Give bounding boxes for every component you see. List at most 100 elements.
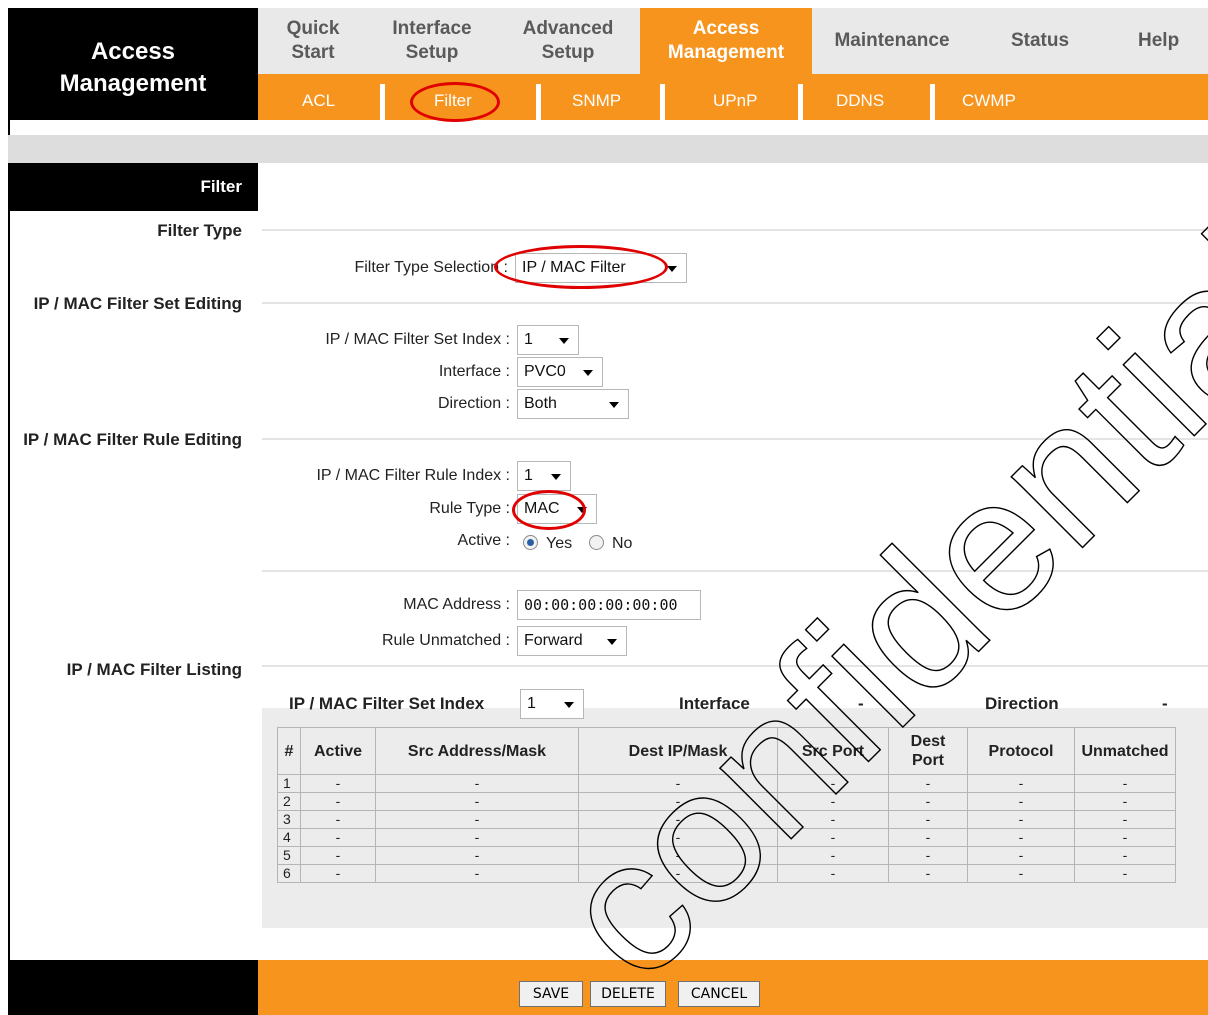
- divider: [262, 438, 1208, 440]
- listing-direction-value: -: [1162, 694, 1168, 713]
- subtab-separator: [660, 84, 665, 120]
- tab-help[interactable]: Help: [1138, 8, 1208, 74]
- filter-type-select[interactable]: IP / MAC Filter: [515, 253, 687, 283]
- table-cell: -: [375, 864, 579, 883]
- subtab-ddns[interactable]: DDNS: [836, 88, 884, 114]
- table-cell: -: [300, 810, 376, 829]
- table-cell: -: [578, 864, 778, 883]
- table-cell: -: [967, 774, 1075, 793]
- subtab-separator: [798, 84, 803, 120]
- active-yes-radio[interactable]: [523, 535, 538, 550]
- column-header-unmatched: Unmatched: [1074, 727, 1176, 775]
- direction-label: Direction :: [437, 395, 510, 412]
- tab-quick-start[interactable]: Quick Start: [258, 8, 368, 74]
- section-label-set-editing: IP / MAC Filter Set Editing: [33, 294, 242, 313]
- direction-value: Both: [524, 395, 557, 412]
- subtab-upnp[interactable]: UPnP: [713, 88, 757, 114]
- brand-title: Access Management: [59, 38, 207, 97]
- tab-access-management[interactable]: Access Management: [640, 8, 812, 74]
- table-row: 1 - - - - - - -: [277, 774, 1176, 793]
- spacer-band: [8, 135, 1208, 163]
- active-no-radio[interactable]: [589, 535, 604, 550]
- set-index-select[interactable]: 1: [517, 325, 579, 355]
- mac-address-input[interactable]: 00:00:00:00:00:00: [517, 590, 701, 620]
- section-label-listing: IP / MAC Filter Listing: [66, 660, 242, 679]
- table-cell: -: [888, 810, 968, 829]
- direction-select[interactable]: Both: [517, 389, 629, 419]
- table-cell: -: [777, 828, 889, 847]
- table-cell: -: [375, 828, 579, 847]
- table-cell: -: [1074, 792, 1176, 811]
- save-button[interactable]: SAVE: [519, 981, 583, 1007]
- table-row: 6 - - - - - - -: [277, 864, 1176, 883]
- table-row: 2 - - - - - - -: [277, 792, 1176, 811]
- subtab-cwmp[interactable]: CWMP: [962, 88, 1016, 114]
- listing-set-index-value: 1: [527, 695, 536, 712]
- divider: [262, 570, 1208, 572]
- table-cell: -: [777, 810, 889, 829]
- tab-interface-setup[interactable]: Interface Setup: [368, 8, 496, 74]
- column-header-protocol: Protocol: [967, 727, 1075, 775]
- table-cell: -: [300, 792, 376, 811]
- rule-index-select[interactable]: 1: [517, 461, 571, 491]
- table-cell: -: [967, 864, 1075, 883]
- rule-index-value: 1: [524, 467, 533, 484]
- interface-select[interactable]: PVC0: [517, 357, 603, 387]
- section-label-filter-type: Filter Type: [157, 221, 242, 240]
- chevron-down-icon: [559, 338, 569, 344]
- rule-type-select[interactable]: MAC: [517, 494, 597, 524]
- table-cell: -: [1074, 810, 1176, 829]
- listing-interface-label: Interface: [679, 694, 750, 713]
- table-cell: 6: [277, 864, 301, 883]
- subtab-separator: [536, 84, 541, 120]
- rule-unmatched-select[interactable]: Forward: [517, 626, 627, 656]
- subtab-snmp[interactable]: SNMP: [572, 88, 621, 114]
- table-cell: -: [1074, 774, 1176, 793]
- subtab-acl[interactable]: ACL: [302, 88, 335, 114]
- table-cell: -: [888, 846, 968, 865]
- table-cell: -: [300, 828, 376, 847]
- divider: [262, 302, 1208, 304]
- rule-type-label: Rule Type :: [429, 500, 510, 517]
- column-header-src-port: Src Port: [777, 727, 889, 775]
- chevron-down-icon: [607, 639, 617, 645]
- divider: [262, 665, 1208, 667]
- chevron-down-icon: [667, 266, 677, 272]
- footer-left: [8, 960, 258, 1015]
- active-no-label: No: [612, 535, 633, 552]
- table-cell: -: [578, 774, 778, 793]
- subtab-separator: [380, 84, 385, 120]
- table-cell: -: [777, 774, 889, 793]
- chevron-down-icon: [609, 402, 619, 408]
- listing-direction-label: Direction: [985, 694, 1059, 713]
- tab-status[interactable]: Status: [972, 8, 1108, 74]
- delete-button[interactable]: DELETE: [590, 981, 666, 1007]
- table-cell: -: [300, 846, 376, 865]
- filter-listing-table: # Active Src Address/Mask Dest IP/Mask S…: [277, 727, 1176, 883]
- subtab-separator: [930, 84, 935, 120]
- table-cell: 5: [277, 846, 301, 865]
- column-header-active: Active: [300, 727, 376, 775]
- table-cell: -: [888, 792, 968, 811]
- table-cell: -: [888, 774, 968, 793]
- table-cell: -: [1074, 828, 1176, 847]
- section-label-rule-editing: IP / MAC Filter Rule Editing: [23, 430, 242, 449]
- divider: [262, 229, 1208, 231]
- rule-type-value: MAC: [524, 500, 560, 517]
- listing-set-index-select[interactable]: 1: [520, 689, 584, 719]
- tab-maintenance[interactable]: Maintenance: [812, 8, 972, 74]
- table-cell: -: [1074, 864, 1176, 883]
- chevron-down-icon: [583, 370, 593, 376]
- table-cell: -: [967, 846, 1075, 865]
- cancel-button[interactable]: CANCEL: [678, 981, 760, 1007]
- table-cell: -: [375, 810, 579, 829]
- subtab-filter[interactable]: Filter: [434, 88, 472, 114]
- table-row: 4 - - - - - - -: [277, 828, 1176, 847]
- table-cell: -: [375, 792, 579, 811]
- tab-advanced-setup[interactable]: Advanced Setup: [496, 8, 640, 74]
- column-header-dest-port: Dest Port: [888, 727, 968, 775]
- chevron-down-icon: [551, 474, 561, 480]
- table-cell: -: [578, 828, 778, 847]
- table-cell: -: [967, 810, 1075, 829]
- rule-index-label: IP / MAC Filter Rule Index :: [316, 467, 510, 484]
